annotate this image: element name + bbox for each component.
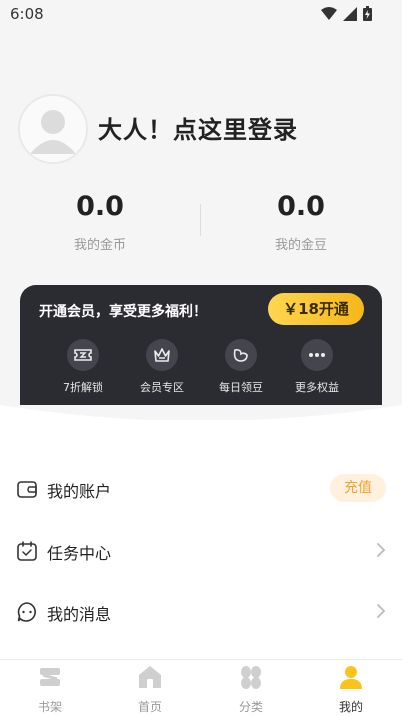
ticket-icon (67, 339, 99, 371)
wallet-icon (17, 481, 37, 498)
category-icon (241, 666, 261, 689)
menu-item-account[interactable]: 我的账户 充值 (0, 458, 402, 518)
calendar-icon (17, 541, 37, 561)
gold-coin-value: 0.0 (76, 191, 124, 222)
crown-icon (146, 339, 178, 371)
gold-bean-label: 我的金豆 (274, 238, 327, 253)
avatar[interactable] (18, 94, 88, 164)
tab-home[interactable]: 首页 (100, 664, 200, 715)
login-area[interactable]: 大人！点这里登录 (18, 94, 388, 164)
tab-label: 我的 (338, 700, 363, 714)
menu-item-tasks[interactable]: 任务中心 (0, 520, 402, 580)
tab-label: 首页 (137, 700, 162, 714)
more-icon (301, 339, 333, 371)
tab-label: 分类 (238, 700, 263, 714)
chevron-right-icon (377, 543, 386, 557)
recharge-button[interactable]: 充值 (330, 474, 386, 502)
benefit-label: 7折解锁 (63, 381, 103, 394)
vip-open-button[interactable]: ￥18开通 (268, 293, 364, 325)
home-icon (139, 666, 161, 688)
benefit-vip-zone[interactable]: 会员专区 (122, 339, 202, 395)
wallet-stats: 0.0 我的金币 0.0 我的金豆 (0, 190, 402, 260)
battery-icon (363, 6, 372, 21)
menu-label: 任务中心 (47, 544, 112, 563)
message-icon (17, 602, 36, 622)
vip-card[interactable]: 开通会员，享受更多福利！ ￥18开通 7折解锁 会员专区 每日领豆 更多权益 (20, 285, 382, 405)
gold-bean-value: 0.0 (277, 191, 325, 222)
menu-label: 我的账户 (47, 482, 112, 501)
tab-bookshelf[interactable]: 书架 (0, 664, 100, 715)
benefit-discount[interactable]: 7折解锁 (43, 339, 123, 395)
bookshelf-icon (40, 668, 60, 686)
gold-bean-stat[interactable]: 0.0 我的金豆 (201, 190, 401, 253)
menu-item-messages[interactable]: 我的消息 (0, 581, 402, 641)
status-icons (321, 6, 372, 21)
default-avatar-icon (20, 96, 86, 162)
signal-icon (343, 6, 357, 21)
status-bar: 6:08 (0, 0, 402, 28)
tab-label: 书架 (37, 700, 62, 714)
vip-title: 开通会员，享受更多福利！ (39, 304, 207, 320)
benefit-daily-bean[interactable]: 每日领豆 (201, 339, 281, 395)
benefit-label: 每日领豆 (219, 381, 263, 394)
benefit-label: 会员专区 (140, 381, 184, 394)
status-time: 6:08 (10, 5, 44, 23)
benefit-label: 更多权益 (295, 381, 339, 394)
login-prompt[interactable]: 大人！点这里登录 (98, 110, 298, 145)
benefit-more[interactable]: 更多权益 (277, 339, 357, 395)
user-icon (340, 666, 362, 689)
gold-coin-stat[interactable]: 0.0 我的金币 (0, 190, 200, 253)
tab-mine[interactable]: 我的 (301, 664, 401, 715)
card-wave-edge (0, 405, 402, 425)
gold-coin-label: 我的金币 (73, 238, 126, 253)
tab-category[interactable]: 分类 (201, 664, 301, 715)
bottom-tab-bar: 书架 首页 分类 我的 (0, 659, 402, 716)
bean-icon (225, 339, 257, 371)
chevron-right-icon (377, 604, 386, 618)
menu-label: 我的消息 (47, 605, 112, 624)
wifi-icon (321, 7, 337, 20)
